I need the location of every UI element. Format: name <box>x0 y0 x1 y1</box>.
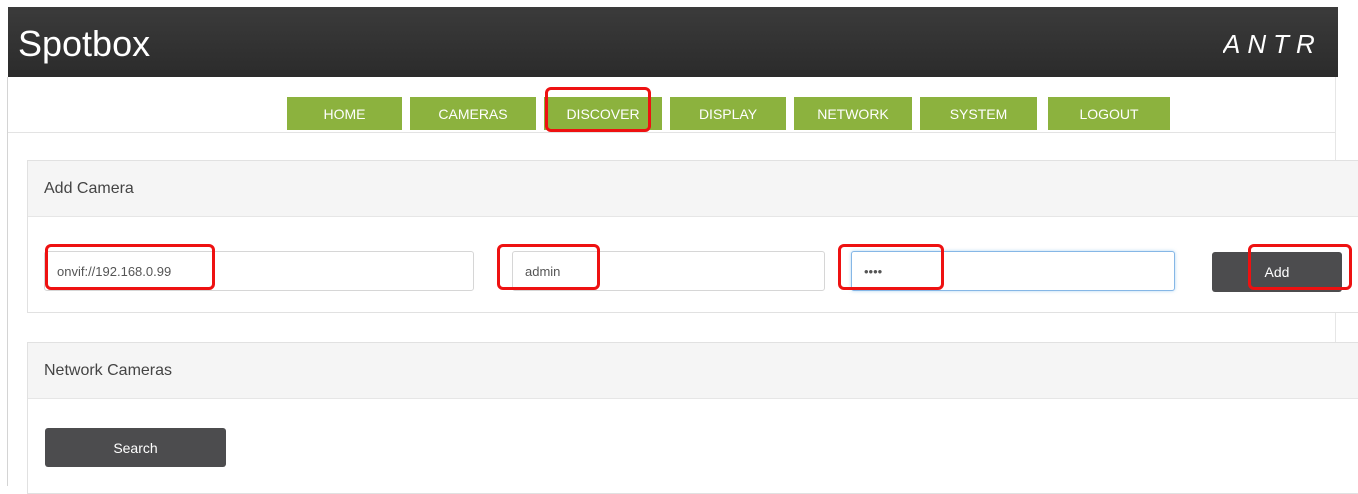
app-header: Spotbox ANTR <box>8 7 1338 77</box>
add-button[interactable]: Add <box>1212 252 1342 292</box>
nav-logout[interactable]: LOGOUT <box>1048 97 1170 130</box>
search-button[interactable]: Search <box>45 428 226 467</box>
network-cameras-panel: Network Cameras <box>27 342 1358 494</box>
nav-network[interactable]: NETWORK <box>794 97 912 130</box>
network-cameras-heading: Network Cameras <box>28 343 1358 399</box>
nav-system[interactable]: SYSTEM <box>920 97 1037 130</box>
nav-home[interactable]: HOME <box>287 97 402 130</box>
page-border-left <box>7 77 8 486</box>
nav-cameras[interactable]: CAMERAS <box>410 97 536 130</box>
add-camera-heading: Add Camera <box>28 161 1358 217</box>
camera-address-input[interactable]: onvif://192.168.0.99 <box>44 251 474 291</box>
nav-discover[interactable]: DISCOVER <box>544 97 662 130</box>
password-input[interactable]: •••• <box>851 251 1175 291</box>
app-title: Spotbox <box>18 23 151 64</box>
nav-display[interactable]: DISPLAY <box>670 97 786 130</box>
username-input[interactable]: admin <box>512 251 825 291</box>
main-nav: HOME CAMERAS DISCOVER DISPLAY NETWORK SY… <box>8 77 1335 133</box>
brand-logo: ANTR <box>1223 29 1322 59</box>
